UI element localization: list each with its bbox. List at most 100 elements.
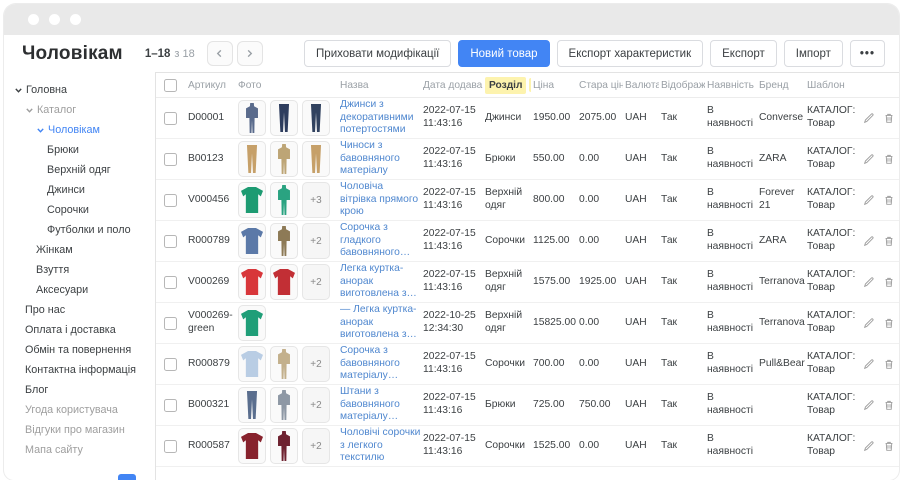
sidebar-item[interactable]: Сорочки: [4, 200, 155, 220]
more-photos-badge[interactable]: +2: [302, 264, 330, 300]
row-checkbox[interactable]: [164, 358, 177, 371]
delete-icon[interactable]: [883, 276, 895, 288]
window-control-zoom[interactable]: [70, 14, 81, 25]
product-name-link[interactable]: Чиноси з бавовняного матеріалу: [340, 140, 421, 179]
more-photos-badge[interactable]: +2: [302, 223, 330, 259]
sidebar-item[interactable]: Чоловікам: [4, 120, 155, 140]
column-header-sku[interactable]: Артикул: [188, 80, 236, 91]
delete-icon[interactable]: [883, 399, 895, 411]
more-photos-badge[interactable]: +3: [302, 182, 330, 218]
row-checkbox[interactable]: [164, 317, 177, 330]
sidebar-item[interactable]: Блог: [4, 380, 155, 400]
product-photo[interactable]: [238, 182, 266, 218]
column-header-date[interactable]: Дата додавання: [423, 80, 483, 91]
product-name-link[interactable]: Легка куртка-анорак виготовлена з тексти…: [340, 263, 421, 302]
column-header-old-price[interactable]: Стара ціна: [579, 80, 623, 91]
sidebar-item[interactable]: Футболки и поло: [4, 220, 155, 240]
delete-icon[interactable]: [883, 194, 895, 206]
row-checkbox[interactable]: [164, 276, 177, 289]
sidebar-item[interactable]: Джинси: [4, 180, 155, 200]
delete-icon[interactable]: [883, 235, 895, 247]
sidebar-item[interactable]: Аксесуари: [4, 280, 155, 300]
more-photos-badge[interactable]: +2: [302, 346, 330, 382]
product-name-link[interactable]: Штани з бавовняного матеріалу прямого кр…: [340, 386, 421, 425]
row-checkbox[interactable]: [164, 153, 177, 166]
delete-icon[interactable]: [883, 153, 895, 165]
more-photos-badge[interactable]: +2: [302, 387, 330, 423]
sort-icon[interactable]: [529, 78, 531, 92]
delete-icon[interactable]: [883, 358, 895, 370]
product-photo[interactable]: [302, 141, 330, 177]
product-photo[interactable]: [270, 428, 298, 464]
window-control-close[interactable]: [28, 14, 39, 25]
edit-icon[interactable]: [863, 276, 875, 288]
edit-icon[interactable]: [863, 194, 875, 206]
edit-icon[interactable]: [863, 358, 875, 370]
new-product-button[interactable]: Новий товар: [458, 40, 549, 67]
sidebar-item[interactable]: Взуття: [4, 260, 155, 280]
delete-icon[interactable]: [883, 317, 895, 329]
sidebar-scrollbar-thumb[interactable]: [118, 474, 136, 480]
hide-modifications-button[interactable]: Приховати модифікації: [304, 40, 451, 67]
edit-icon[interactable]: [863, 399, 875, 411]
sidebar-item[interactable]: Про нас: [4, 300, 155, 320]
product-name-link[interactable]: Сорочка з гладкого бавовняного текстилю: [340, 222, 421, 261]
sidebar-item[interactable]: Оплата і доставка: [4, 320, 155, 340]
product-photo[interactable]: [270, 141, 298, 177]
row-checkbox[interactable]: [164, 399, 177, 412]
product-photo[interactable]: [238, 428, 266, 464]
row-checkbox[interactable]: [164, 112, 177, 125]
more-photos-badge[interactable]: +2: [302, 428, 330, 464]
product-name-link[interactable]: Джинси з декоративними потертостями: [340, 99, 421, 138]
import-button[interactable]: Імпорт: [784, 40, 843, 67]
sidebar-item[interactable]: Обмін та повернення: [4, 340, 155, 360]
sidebar-item[interactable]: Угода користувача: [4, 400, 155, 420]
product-photo[interactable]: [270, 264, 298, 300]
column-header-name[interactable]: Назва: [340, 80, 421, 91]
edit-icon[interactable]: [863, 235, 875, 247]
product-photo[interactable]: [238, 387, 266, 423]
product-photo[interactable]: [238, 346, 266, 382]
product-name-link[interactable]: Чоловічі сорочки з легкого текстилю: [340, 427, 421, 466]
product-photo[interactable]: [270, 100, 298, 136]
product-photo[interactable]: [238, 100, 266, 136]
sidebar-item[interactable]: Каталог: [4, 100, 155, 120]
more-actions-button[interactable]: •••: [850, 40, 885, 67]
sidebar-item[interactable]: Жінкам: [4, 240, 155, 260]
delete-icon[interactable]: [883, 112, 895, 124]
delete-icon[interactable]: [883, 440, 895, 452]
sidebar-item[interactable]: Мапа сайту: [4, 440, 155, 460]
row-checkbox[interactable]: [164, 440, 177, 453]
product-photo[interactable]: [270, 387, 298, 423]
product-photo[interactable]: [270, 182, 298, 218]
product-photo[interactable]: [238, 223, 266, 259]
edit-icon[interactable]: [863, 153, 875, 165]
product-name-link[interactable]: Сорочка з бавовняного матеріалу притален…: [340, 345, 421, 384]
product-photo[interactable]: [238, 141, 266, 177]
edit-icon[interactable]: [863, 112, 875, 124]
sidebar-item[interactable]: Відгуки про магазин: [4, 420, 155, 440]
product-photo[interactable]: [302, 100, 330, 136]
product-photo[interactable]: [270, 223, 298, 259]
column-header-category-sorted[interactable]: Розділ: [485, 77, 531, 94]
sidebar-item[interactable]: Контактна інформація: [4, 360, 155, 380]
prev-page-button[interactable]: [207, 41, 233, 66]
edit-icon[interactable]: [863, 317, 875, 329]
window-control-minimize[interactable]: [49, 14, 60, 25]
product-photo[interactable]: [238, 305, 266, 341]
row-checkbox[interactable]: [164, 194, 177, 207]
next-page-button[interactable]: [237, 41, 263, 66]
export-button[interactable]: Експорт: [710, 40, 777, 67]
sidebar-item[interactable]: Брюки: [4, 140, 155, 160]
sidebar-item[interactable]: Головна: [4, 80, 155, 100]
export-characteristics-button[interactable]: Експорт характеристик: [557, 40, 704, 67]
select-all-checkbox[interactable]: [164, 79, 177, 92]
product-photo[interactable]: [238, 264, 266, 300]
row-checkbox[interactable]: [164, 235, 177, 248]
sidebar-item[interactable]: Верхній одяг: [4, 160, 155, 180]
product-photo[interactable]: [270, 346, 298, 382]
column-header-price[interactable]: Ціна: [533, 80, 577, 91]
edit-icon[interactable]: [863, 440, 875, 452]
product-name-link[interactable]: — Легка куртка-анорак виготовлена з текс…: [340, 304, 421, 343]
product-name-link[interactable]: Чоловіча вітрівка прямого крою: [340, 181, 421, 220]
